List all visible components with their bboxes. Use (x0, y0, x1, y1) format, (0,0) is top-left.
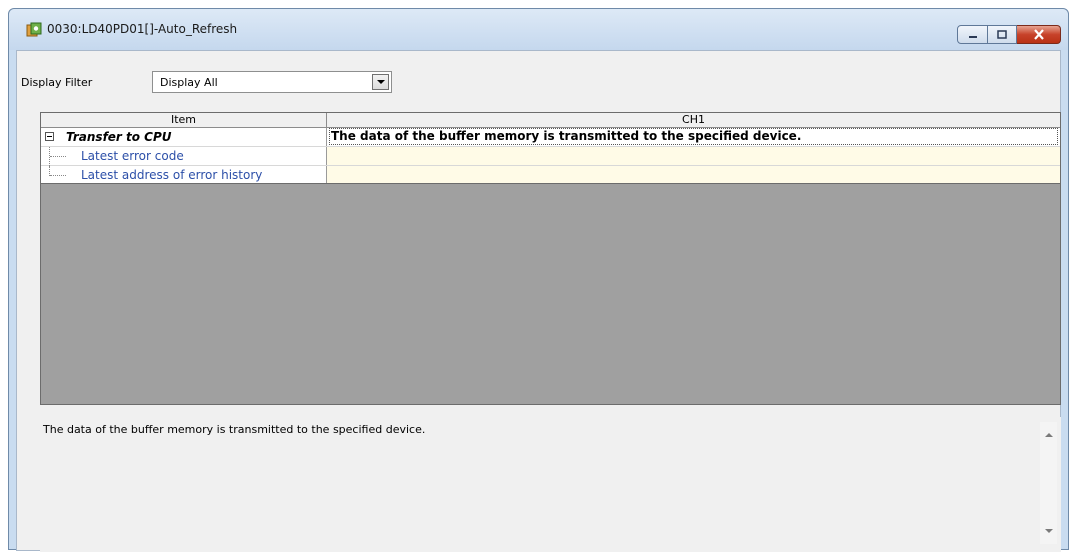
ch1-value-cell[interactable] (327, 147, 1060, 165)
column-header-ch1[interactable]: CH1 (327, 113, 1060, 127)
title-bar[interactable]: 0030:LD40PD01[]-Auto_Refresh (9, 9, 1068, 50)
description-text: The data of the buffer memory is transmi… (43, 423, 426, 436)
close-button[interactable] (1017, 25, 1061, 44)
item-cell: Latest error code (41, 147, 327, 166)
group-label: Transfer to CPU (66, 130, 172, 144)
item-label: Latest address of error history (81, 168, 263, 182)
module-settings-icon (26, 22, 42, 37)
ch1-value-cell[interactable] (327, 166, 1060, 183)
display-filter-label: Display Filter (21, 76, 93, 89)
item-label: Latest error code (81, 149, 184, 163)
grid-group-row[interactable]: Transfer to CPU The data of the buffer m… (41, 128, 1060, 147)
maximize-icon (997, 30, 1007, 39)
display-filter-dropdown[interactable]: Display All (152, 71, 392, 93)
grid-header: Item CH1 (41, 113, 1060, 128)
scroll-up-icon[interactable] (1045, 433, 1053, 437)
description-pane: The data of the buffer memory is transmi… (40, 417, 1061, 552)
window-client-area: Display Filter Display All Item CH1 Tran… (16, 50, 1061, 552)
item-cell: Latest address of error history (41, 166, 327, 183)
scroll-down-icon[interactable] (1045, 529, 1053, 533)
dropdown-arrow-button[interactable] (372, 74, 389, 90)
minimize-icon (968, 35, 977, 38)
description-scrollbar[interactable] (1040, 422, 1057, 544)
app-window: 0030:LD40PD01[]-Auto_Refresh Display Fil… (8, 8, 1069, 552)
table-row[interactable]: Latest address of error history (41, 166, 1060, 184)
settings-grid: Item CH1 Transfer to CPU The data of the… (40, 112, 1061, 405)
column-header-item[interactable]: Item (41, 113, 327, 127)
group-item-cell[interactable]: Transfer to CPU (41, 128, 327, 146)
table-row[interactable]: Latest error code (41, 147, 1060, 166)
window-title: 0030:LD40PD01[]-Auto_Refresh (47, 22, 238, 36)
chevron-down-icon (376, 79, 385, 84)
minimize-button[interactable] (957, 25, 988, 44)
group-value-cell[interactable]: The data of the buffer memory is transmi… (327, 128, 1060, 146)
close-icon (1033, 29, 1044, 40)
collapse-toggle-icon[interactable] (45, 132, 54, 141)
tree-connector (50, 156, 66, 157)
group-value: The data of the buffer memory is transmi… (329, 128, 1058, 145)
maximize-button[interactable] (988, 25, 1017, 44)
display-filter-value: Display All (160, 76, 218, 89)
tree-connector (50, 175, 66, 176)
window-controls (957, 25, 1061, 45)
